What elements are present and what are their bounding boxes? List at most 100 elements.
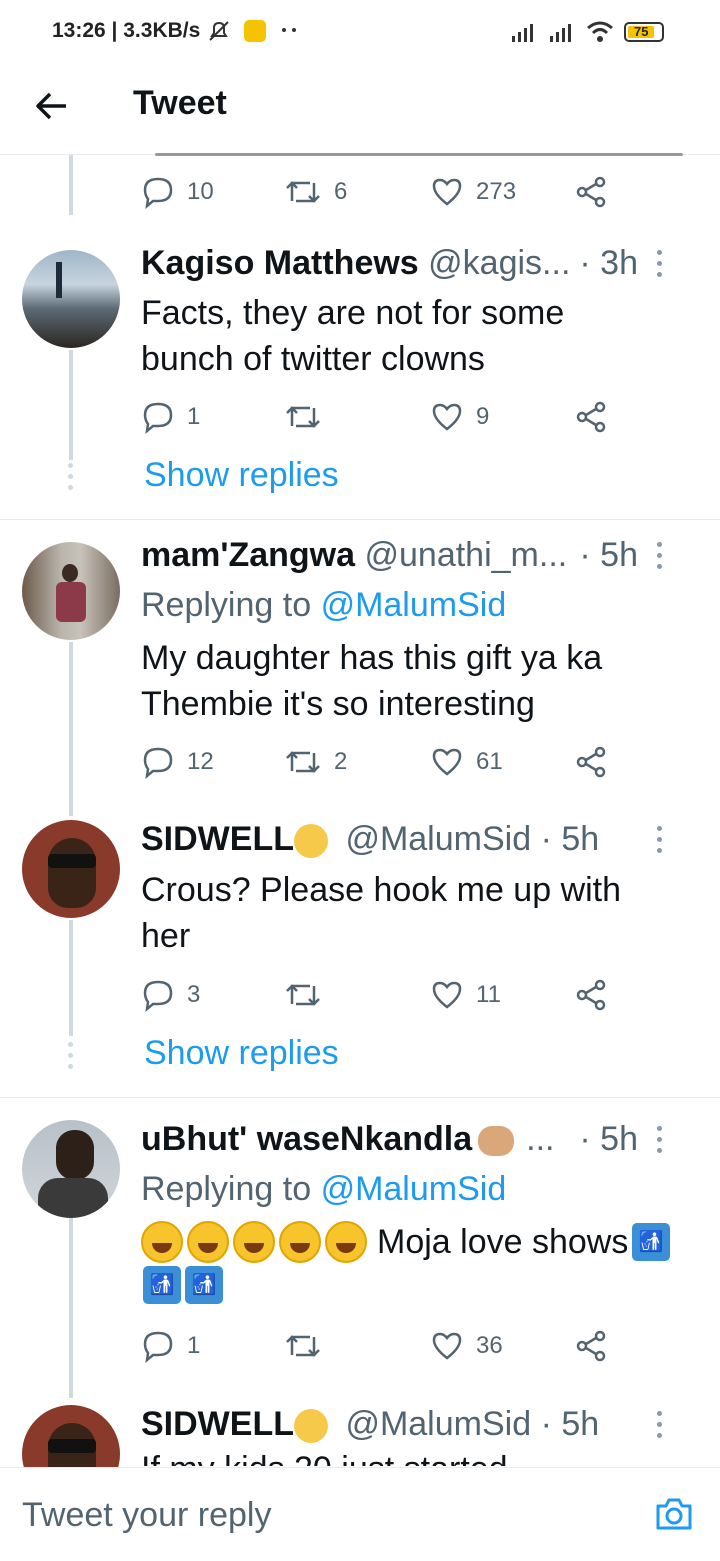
display-name[interactable]: uBhut' waseNkandla	[141, 1120, 472, 1158]
thread-dots	[68, 463, 74, 496]
tweet-line: her	[141, 917, 191, 955]
tweet-header: Kagiso Matthews @kagis... · 3h	[141, 244, 692, 286]
replying-to: Replying to @MalumSid	[141, 1166, 701, 1212]
tweet-text: Crous? Please hook me up with her	[141, 867, 701, 959]
reply-icon	[143, 747, 173, 779]
reply-button[interactable]: 12	[141, 742, 214, 782]
reply-composer[interactable]: Tweet your reply	[0, 1467, 720, 1561]
retweet-button[interactable]	[284, 1326, 334, 1366]
tweet-line: My daughter has this gift ya ka	[141, 639, 603, 677]
reply-button[interactable]: 1	[141, 1326, 200, 1366]
avatar[interactable]	[22, 542, 120, 640]
more-icon[interactable]	[656, 1126, 664, 1159]
tweet-actions: 3 11	[141, 975, 621, 1015]
share-button[interactable]	[574, 1326, 620, 1366]
retweet-icon	[286, 1335, 320, 1357]
tweet-line: Thembie it's so interesting	[141, 685, 535, 723]
retweet-count: 6	[334, 178, 348, 205]
thread-line	[69, 920, 73, 1036]
retweet-button[interactable]: 6	[284, 172, 347, 212]
more-icon[interactable]	[656, 1411, 664, 1444]
laughing-emoji-icon	[279, 1221, 321, 1263]
litter-bin-emoji-icon: 🚮	[185, 1266, 223, 1304]
retweet-button[interactable]	[284, 397, 334, 437]
overflow-dot-icon	[282, 28, 286, 32]
display-name[interactable]: Kagiso Matthews	[141, 244, 419, 282]
tweet-text-cut: If my kids 20 just started then	[141, 1452, 561, 1466]
emoji-row: 🚮 🚮	[139, 1266, 223, 1304]
more-icon[interactable]	[656, 826, 664, 859]
app-bar: Tweet	[0, 64, 720, 155]
like-icon	[432, 1332, 462, 1360]
more-icon[interactable]	[656, 250, 664, 283]
camera-icon[interactable]	[654, 1496, 694, 1532]
divider	[0, 519, 720, 520]
show-replies-link[interactable]: Show replies	[144, 1034, 339, 1073]
share-icon	[576, 401, 606, 433]
display-name[interactable]: mam'Zangwa	[141, 536, 355, 574]
tweet-time: · 5h	[579, 1120, 638, 1158]
retweet-count: 2	[334, 748, 348, 775]
mention-link[interactable]: @MalumSid	[321, 1170, 507, 1208]
wifi-icon	[587, 21, 613, 42]
divider	[0, 1097, 720, 1098]
tweet-actions: 12 2 61	[141, 742, 621, 782]
share-button[interactable]	[574, 742, 620, 782]
back-arrow-icon[interactable]	[32, 86, 72, 126]
reply-input[interactable]: Tweet your reply	[22, 1496, 271, 1535]
reply-button[interactable]: 3	[141, 975, 200, 1015]
laughing-emoji-icon	[325, 1221, 367, 1263]
mention-link[interactable]: @MalumSid	[321, 586, 507, 624]
user-handle[interactable]: ...	[526, 1120, 554, 1158]
retweet-button[interactable]: 2	[284, 742, 347, 782]
tweet-line: Crous? Please hook me up with	[141, 871, 622, 909]
status-bar: 13:26 | 3.3KB/s 75	[0, 0, 720, 64]
like-button[interactable]: 11	[430, 975, 501, 1015]
reply-button[interactable]: 10	[141, 172, 214, 212]
retweet-icon	[286, 406, 320, 428]
tweet-time: · 5h	[540, 820, 600, 858]
user-handle[interactable]: @kagis...	[428, 244, 570, 282]
share-button[interactable]	[574, 975, 620, 1015]
retweet-icon	[286, 984, 320, 1006]
share-button[interactable]	[574, 172, 620, 212]
user-handle[interactable]: @unathi_m...	[364, 536, 567, 574]
avatar[interactable]	[22, 1120, 120, 1218]
reply-button[interactable]: 1	[141, 397, 200, 437]
tweet-actions: 10 6 273	[141, 172, 621, 212]
retweet-icon	[286, 181, 320, 203]
like-button[interactable]: 61	[430, 742, 503, 782]
user-handle[interactable]: @MalumSid	[345, 820, 531, 858]
laughing-emoji-icon	[141, 1221, 183, 1263]
notification-app-icon	[244, 20, 266, 42]
like-button[interactable]: 273	[430, 172, 516, 212]
battery-icon: 75	[624, 22, 664, 42]
litter-bin-emoji-icon: 🚮	[632, 1223, 671, 1261]
laughing-emoji-icon	[233, 1221, 275, 1263]
show-replies-link[interactable]: Show replies	[144, 456, 339, 495]
like-button[interactable]: 9	[430, 397, 489, 437]
laughing-emoji-icon	[187, 1221, 229, 1263]
user-handle[interactable]: @MalumSid	[345, 1405, 531, 1443]
tweet-header: SIDWELL @MalumSid · 5h	[141, 1405, 692, 1447]
share-button[interactable]	[574, 397, 620, 437]
more-icon[interactable]	[656, 542, 664, 575]
like-button[interactable]: 36	[430, 1326, 503, 1366]
tweet-header: mam'Zangwa @unathi_m... · 5h	[141, 536, 692, 578]
page-title: Tweet	[133, 84, 227, 122]
avatar[interactable]	[22, 250, 120, 348]
thread-dots	[68, 1042, 74, 1075]
emoji-icon	[293, 1409, 328, 1444]
retweet-button[interactable]	[284, 975, 334, 1015]
tweet-line: Moja love shows	[377, 1223, 629, 1261]
display-name[interactable]: SIDWELL	[141, 1405, 294, 1443]
share-icon	[576, 1330, 606, 1362]
like-count: 61	[476, 748, 503, 775]
reply-count: 1	[187, 1332, 201, 1359]
avatar[interactable]	[22, 820, 120, 918]
display-name[interactable]: SIDWELL	[141, 820, 294, 858]
like-icon	[432, 403, 462, 431]
tweet-actions: 1 36	[141, 1326, 621, 1366]
tweet-line: bunch of twitter clowns	[141, 340, 485, 378]
tweet-time: · 3h	[579, 244, 638, 282]
